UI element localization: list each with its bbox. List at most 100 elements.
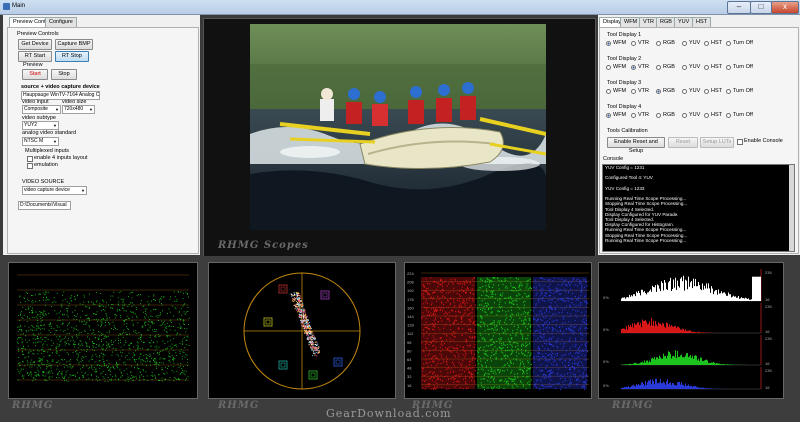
tool-1-radio-wfm[interactable] bbox=[606, 41, 611, 46]
parade-dot bbox=[423, 285, 425, 287]
tool-2-radio-hst[interactable] bbox=[704, 65, 709, 70]
parade-dot bbox=[563, 343, 565, 345]
parade-dot bbox=[432, 340, 434, 342]
start-button[interactable]: Start bbox=[22, 69, 48, 80]
enable-4-inputs-checkbox[interactable] bbox=[27, 156, 33, 162]
site-watermark: GearDownload.com bbox=[326, 407, 452, 420]
parade-dot bbox=[561, 289, 563, 291]
parade-dot bbox=[550, 356, 552, 358]
tool-3-radio-rgb[interactable] bbox=[656, 89, 661, 94]
reset-button[interactable]: Reset bbox=[668, 137, 698, 148]
setup-luts-button[interactable]: Setup LUTs bbox=[700, 137, 734, 148]
tool-1-radio-vtr[interactable] bbox=[631, 41, 636, 46]
video-size-select[interactable]: 720x480 ▼ bbox=[62, 105, 95, 114]
tool-1-radio-yuv[interactable] bbox=[682, 41, 687, 46]
tool-4-radio-yuv[interactable] bbox=[682, 113, 687, 118]
waveform-dot bbox=[46, 344, 48, 346]
waveform-dot bbox=[42, 374, 44, 376]
parade-dot bbox=[569, 367, 571, 369]
rt-start-button[interactable]: RT Start bbox=[18, 51, 52, 62]
parade-dot bbox=[493, 284, 495, 286]
waveform-dot bbox=[171, 347, 173, 348]
parade-dot bbox=[539, 277, 541, 279]
tool-2-radio-wfm[interactable] bbox=[606, 65, 611, 70]
tool-1-radio-turn-off[interactable] bbox=[726, 41, 731, 46]
parade-dot bbox=[580, 303, 582, 305]
parade-dot bbox=[538, 301, 540, 303]
tool-4-radio-hst[interactable] bbox=[704, 113, 709, 118]
histogram-bar bbox=[709, 388, 710, 389]
tool-3-radio-wfm[interactable] bbox=[606, 89, 611, 94]
tool-1-radio-hst[interactable] bbox=[704, 41, 709, 46]
parade-dot bbox=[438, 298, 440, 300]
waveform-dot bbox=[188, 345, 190, 346]
waveform-dot bbox=[70, 375, 72, 377]
parade-dot bbox=[581, 361, 583, 364]
stop-button[interactable]: Stop bbox=[51, 69, 77, 80]
parade-dot bbox=[469, 297, 471, 299]
waveform-dot bbox=[46, 296, 47, 298]
parade-dot bbox=[445, 323, 447, 325]
histogram-bar bbox=[707, 388, 708, 389]
rt-stop-button[interactable]: RT Stop bbox=[55, 51, 89, 62]
tool-4-radio-turn-off[interactable] bbox=[726, 113, 731, 118]
vectorscope-dot bbox=[302, 302, 304, 304]
waveform-dot bbox=[156, 347, 158, 349]
tool-3-radio-turn-off[interactable] bbox=[726, 89, 731, 94]
parade-dot bbox=[551, 333, 553, 335]
maximize-button[interactable]: □ bbox=[750, 1, 772, 14]
vectorscope-dot bbox=[313, 347, 315, 349]
histogram-bar bbox=[721, 364, 722, 365]
histogram-bar bbox=[739, 298, 740, 301]
tool-2-radio-yuv[interactable] bbox=[682, 65, 687, 70]
minimize-button[interactable]: – bbox=[727, 1, 751, 14]
tool-2-radio-rgb[interactable] bbox=[656, 65, 661, 70]
parade-dot bbox=[439, 278, 441, 280]
capture-bmp-button[interactable]: Capture BMP bbox=[55, 39, 93, 50]
video-source-select[interactable]: video capture device ▼ bbox=[22, 186, 87, 195]
histogram-bar bbox=[745, 297, 746, 301]
waveform-dot bbox=[32, 302, 34, 304]
tool-3-radio-hst[interactable] bbox=[704, 89, 709, 94]
path-field[interactable]: D:\Documents\Visual bbox=[18, 201, 71, 210]
histogram-bar bbox=[694, 355, 695, 365]
waveform-dot bbox=[35, 345, 36, 347]
waveform-dot bbox=[51, 370, 52, 372]
parade-dot bbox=[498, 303, 500, 306]
parade-dot bbox=[471, 279, 473, 281]
waveform-dot bbox=[37, 360, 39, 362]
tool-2-radio-vtr[interactable] bbox=[631, 65, 636, 70]
waveform-dot bbox=[52, 360, 54, 362]
emulation-checkbox[interactable] bbox=[27, 163, 33, 169]
tool-4-radio-rgb[interactable] bbox=[656, 113, 661, 118]
waveform-dot bbox=[185, 379, 186, 381]
tool-4-radio-wfm[interactable] bbox=[606, 113, 611, 118]
enable-reset-setup-button[interactable]: Enable Reset and Setup bbox=[607, 137, 665, 154]
parade-dot bbox=[573, 369, 575, 371]
parade-dot bbox=[466, 282, 468, 284]
waveform-dot bbox=[41, 349, 42, 351]
tool-3-radio-vtr[interactable] bbox=[631, 89, 636, 94]
video-subtype-select[interactable]: YUY2 ▼ bbox=[22, 121, 59, 130]
analog-standard-select[interactable]: NTSC M ▼ bbox=[22, 137, 59, 146]
tool-3-radio-yuv[interactable] bbox=[682, 89, 687, 94]
parade-dot bbox=[509, 365, 511, 367]
console-output[interactable]: YUV Config = 1231 Configured Tool 4: YUV… bbox=[602, 164, 795, 252]
parade-dot bbox=[493, 290, 494, 292]
waveform-dot bbox=[31, 373, 33, 375]
tool-2-radio-turn-off[interactable] bbox=[726, 65, 731, 70]
parade-dot bbox=[433, 313, 435, 315]
video-input-select[interactable]: Composite ▼ bbox=[22, 105, 61, 114]
tool-1-radio-rgb[interactable] bbox=[656, 41, 661, 46]
histogram-bar bbox=[669, 351, 670, 365]
enable-console-checkbox[interactable] bbox=[737, 139, 743, 145]
parade-scale-label: 128 bbox=[407, 323, 414, 328]
close-button[interactable]: x bbox=[771, 1, 799, 14]
console-scrollbar[interactable] bbox=[789, 165, 794, 251]
parade-dot bbox=[455, 319, 456, 321]
vectorscope-dot bbox=[314, 349, 316, 351]
tool-4-radio-vtr[interactable] bbox=[631, 113, 636, 118]
histogram-bar bbox=[679, 287, 680, 301]
get-device-button[interactable]: Get Device bbox=[18, 39, 52, 50]
parade-dot bbox=[534, 279, 536, 281]
